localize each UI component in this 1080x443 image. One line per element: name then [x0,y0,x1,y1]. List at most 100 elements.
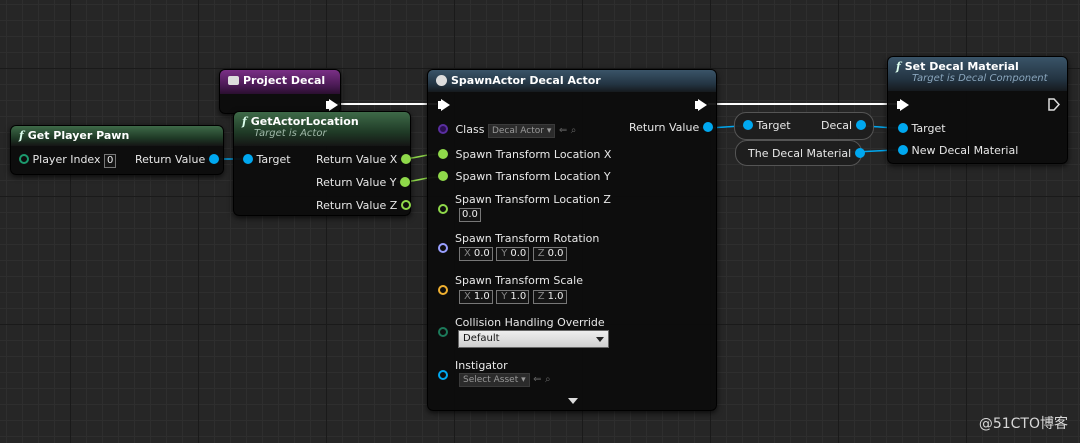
class-dropdown-value: Decal Actor [491,126,544,136]
project-decal-event-node[interactable]: Project Decal [219,69,341,114]
int-pin-icon[interactable] [19,154,29,164]
rotation-y-input[interactable]: Y 0.0 [496,247,530,261]
value: 0.0 [510,248,527,259]
object-pin-icon[interactable] [855,120,866,130]
scale-y-input[interactable]: Y 1.0 [496,290,530,304]
pin-label: Return Value Z [316,199,398,212]
node-title: Get Player Pawn [27,129,130,142]
rotation-pin[interactable] [438,242,448,255]
axis-label: Z [537,291,545,302]
get-actor-location-node[interactable]: f GetActorLocation Target is Actor Target… [233,111,411,216]
instigator-picker: Select Asset ▾ ⇐ ⌕ [459,372,551,387]
return-y-pin[interactable]: Return Value Y [316,176,410,189]
browse-icon[interactable]: ⌕ [571,125,577,136]
node-header: f Set Decal Material Target is Decal Comp… [888,57,1067,91]
use-asset-arrow-icon[interactable]: ⇐ [559,125,567,136]
function-icon: f [19,129,24,142]
decal-material-variable-node[interactable]: The Decal Material [735,140,865,166]
chevron-down-icon [596,337,604,342]
node-header: SpawnActor Decal Actor [428,70,716,92]
object-pin-icon[interactable] [743,120,753,130]
exec-out-pin[interactable] [1048,98,1060,111]
instigator-dropdown[interactable]: Select Asset ▾ [459,373,530,387]
expand-advanced-icon[interactable] [568,398,578,404]
target-pin[interactable]: Target [898,122,946,135]
pin-label: New Decal Material [911,144,1019,157]
float-pin-icon[interactable] [438,149,448,159]
pin-label: Target [256,153,291,166]
get-player-pawn-node[interactable]: f Get Player Pawn Player Index 0 Return V… [10,125,224,175]
scale-pin[interactable] [438,284,448,297]
value: 0.0 [473,248,490,259]
pin-label: Return Value [135,153,206,166]
vector-pin-icon[interactable] [438,285,448,295]
rotation-label: Spawn Transform Rotation [455,232,600,245]
object-pin-icon[interactable] [854,148,865,158]
location-z-input[interactable]: 0.0 [459,208,481,222]
set-decal-material-node[interactable]: f Set Decal Material Target is Decal Comp… [887,56,1068,164]
collision-dropdown[interactable]: Default [458,330,609,348]
node-header: f Get Player Pawn [11,126,223,146]
float-pin-icon[interactable] [438,171,448,181]
float-pin-icon[interactable] [399,177,410,187]
pin-label: Return Value [629,121,700,134]
pin-label: The Decal Material [748,147,852,160]
return-value-pin[interactable]: Return Value [135,153,219,166]
exec-out-pin[interactable] [695,99,707,111]
location-z-pin[interactable] [438,203,448,216]
axis-label: X [464,248,471,259]
object-pin-icon[interactable] [438,370,448,380]
target-pin[interactable]: Target [243,153,291,166]
new-decal-material-pin[interactable]: New Decal Material [898,144,1018,157]
scale-x-input[interactable]: X 1.0 [459,290,493,304]
decal-getter-node[interactable]: Target Decal [734,112,874,140]
collision-dropdown-value: Default [463,333,500,344]
value: 1.0 [473,291,490,302]
node-title: Set Decal Material [904,60,1019,73]
object-pin-icon[interactable] [208,154,219,164]
target-pin[interactable]: Target [743,119,791,132]
function-icon: f [896,60,901,73]
exec-out-pin[interactable] [326,99,338,111]
spawn-actor-node[interactable]: SpawnActor Decal Actor Class Decal Actor… [427,69,717,411]
float-pin-icon[interactable] [438,204,448,214]
scale-z-input[interactable]: Z 1.0 [532,290,567,304]
enum-pin-icon[interactable] [438,327,448,337]
browse-icon[interactable]: ⌕ [545,374,551,385]
instigator-dropdown-value: Select Asset [463,375,519,385]
class-pin[interactable]: Class Decal Actor ▾ ⇐ ⌕ [438,123,576,138]
collision-pin[interactable] [438,326,448,339]
instigator-pin[interactable] [438,369,448,382]
float-pin-icon[interactable] [400,200,411,210]
object-pin-icon[interactable] [898,145,908,155]
exec-in-pin[interactable] [438,99,450,111]
class-dropdown[interactable]: Decal Actor ▾ [487,124,556,138]
axis-label: Y [501,291,508,302]
object-pin-icon[interactable] [898,123,908,133]
class-pin-icon[interactable] [438,124,448,134]
variable-out-pin[interactable]: The Decal Material [748,147,865,160]
rotation-z-input[interactable]: Z 0.0 [532,247,567,261]
location-x-pin[interactable]: Spawn Transform Location X [438,148,611,161]
return-z-pin[interactable]: Return Value Z [316,199,411,212]
player-index-input[interactable]: 0 [104,154,117,168]
rotation-x-input[interactable]: X 0.0 [459,247,493,261]
return-value-pin[interactable]: Return Value [629,121,713,134]
node-header: Project Decal [220,70,340,94]
exec-in-pin[interactable] [897,99,909,111]
player-index-pin[interactable]: Player Index 0 [19,153,117,168]
scale-inputs: X 1.0 Y 1.0 Z 1.0 [459,289,567,304]
decal-out-pin[interactable]: Decal [821,119,866,132]
pin-label: Spawn Transform Location X [455,148,612,161]
float-pin-icon[interactable] [400,154,411,164]
rotator-pin-icon[interactable] [438,243,448,253]
node-title: Project Decal [243,74,326,87]
watermark: @51CTO博客 [978,416,1068,432]
spawn-icon [436,75,447,86]
use-asset-arrow-icon[interactable]: ⇐ [533,374,541,385]
pin-label: Target [911,122,946,135]
object-pin-icon[interactable] [243,154,253,164]
object-pin-icon[interactable] [702,122,713,132]
return-x-pin[interactable]: Return Value X [316,153,411,166]
location-y-pin[interactable]: Spawn Transform Location Y [438,170,611,183]
